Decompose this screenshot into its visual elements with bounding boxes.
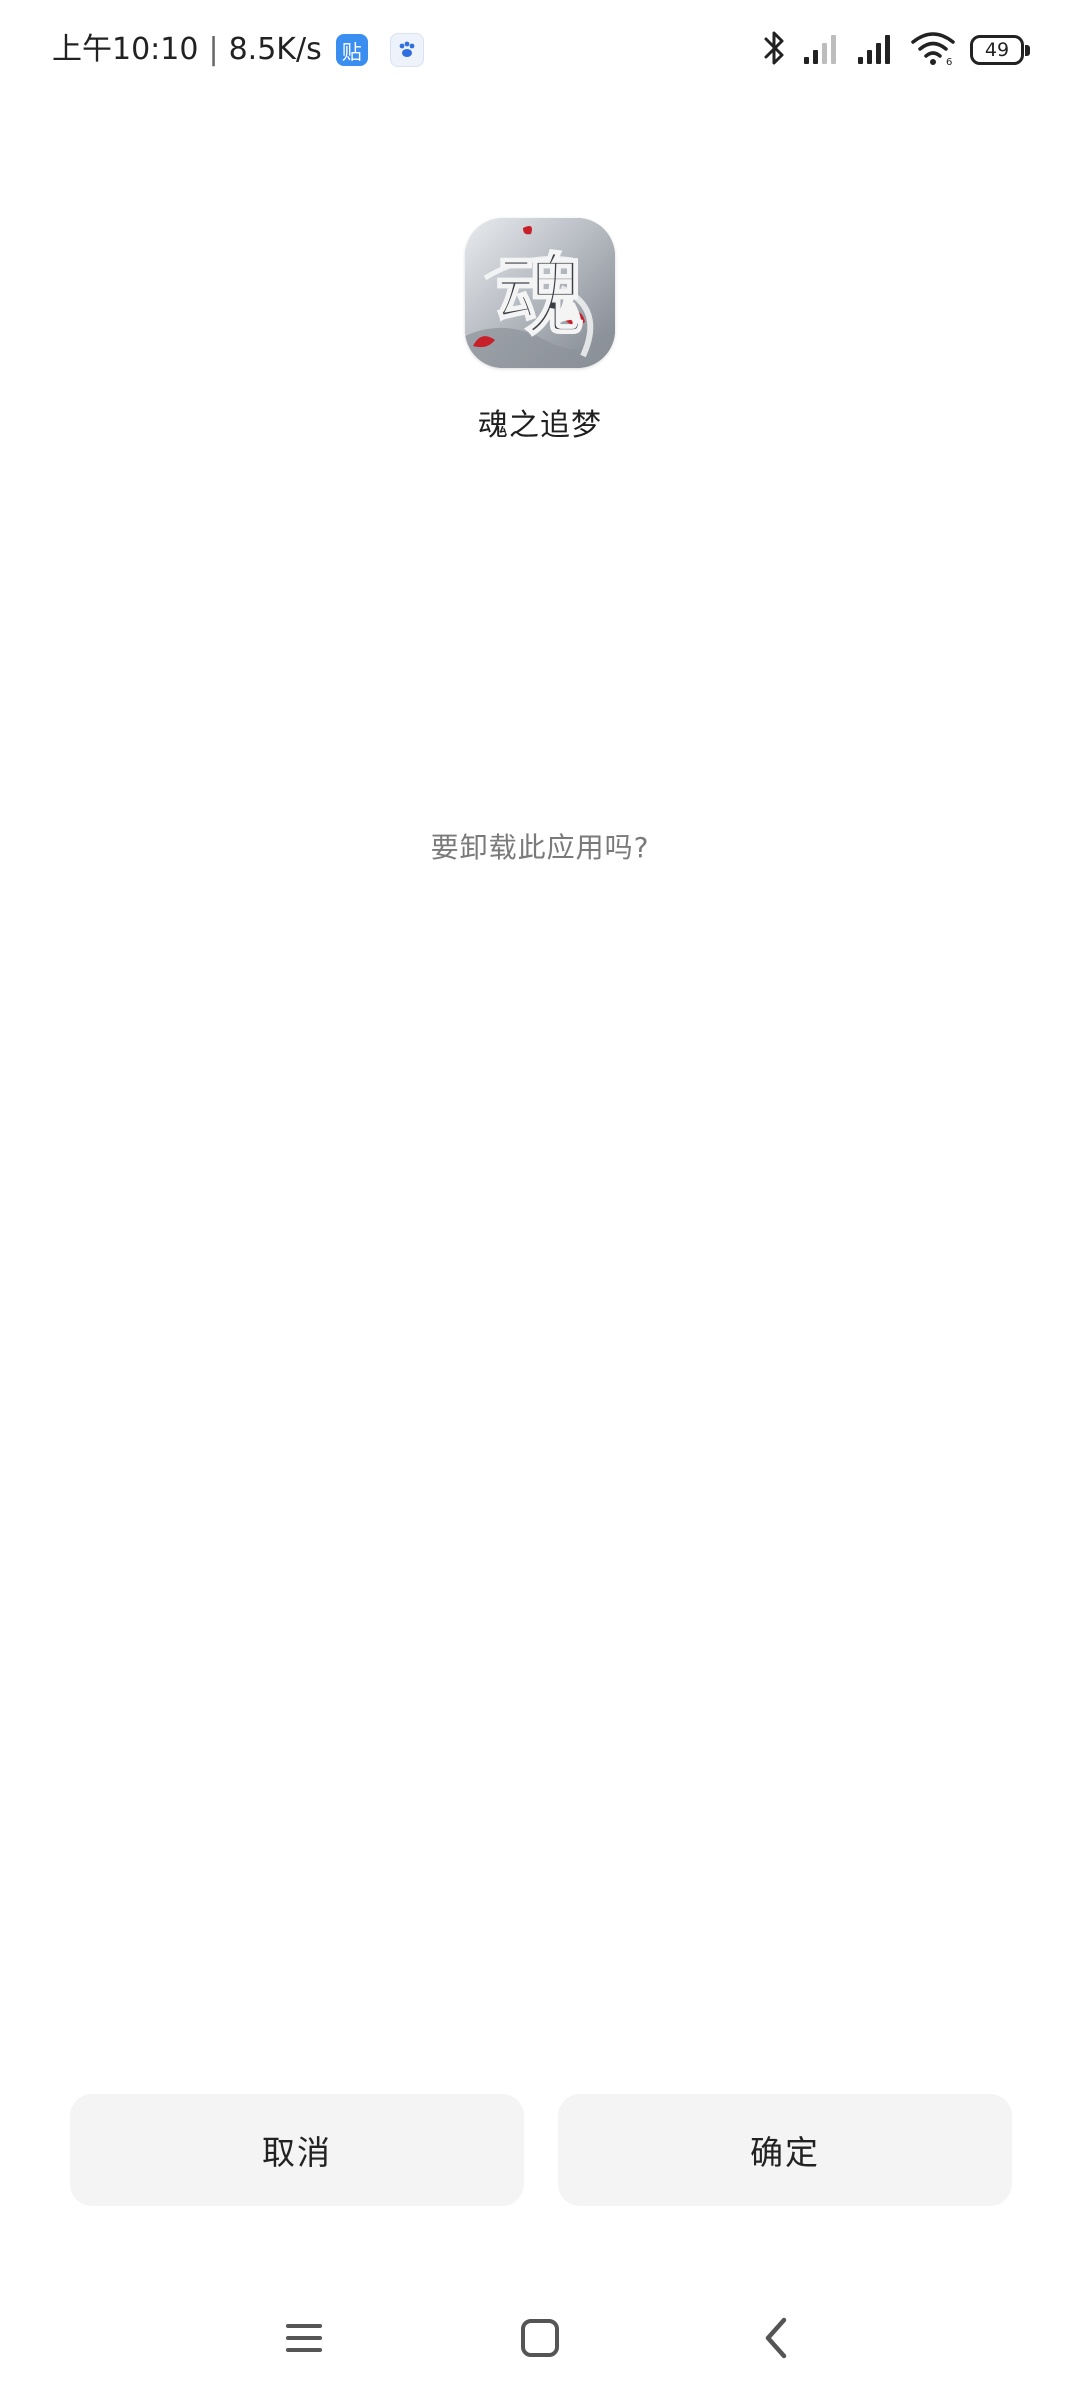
navigation-bar <box>0 2290 1080 2386</box>
uninstall-message: 要卸载此应用吗? <box>430 831 650 864</box>
svg-text:6: 6 <box>946 57 952 66</box>
cell-signal-icon <box>856 31 896 69</box>
app-name: 魂之追梦 <box>478 408 602 443</box>
home-icon[interactable] <box>492 2290 588 2386</box>
svg-text:魂: 魂 <box>496 243 584 347</box>
confirm-button[interactable]: 确定 <box>558 2094 1012 2206</box>
back-icon[interactable] <box>728 2290 824 2386</box>
status-time: 上午10:10 <box>52 32 199 67</box>
network-speed: 8.5K/s <box>228 32 322 67</box>
wifi-icon: 6 <box>910 30 956 70</box>
status-left: 上午10:10 | 8.5K/s 贴 <box>52 28 424 72</box>
cancel-button[interactable]: 取消 <box>70 2094 524 2206</box>
action-buttons: 取消 确定 <box>70 2094 1012 2206</box>
status-right: 6 49 <box>762 28 1030 72</box>
app-icon: 魂 <box>465 218 615 368</box>
bluetooth-icon <box>762 28 788 72</box>
baidu-paw-icon <box>389 33 424 67</box>
cell-signal-icon <box>802 31 842 69</box>
menu-icon[interactable] <box>256 2290 352 2386</box>
status-bar: 上午10:10 | 8.5K/s 贴 6 49 <box>0 0 1080 100</box>
tieba-notification-icon: 贴 <box>335 34 368 66</box>
battery-icon: 49 <box>970 35 1030 65</box>
status-separator: | <box>208 32 219 67</box>
